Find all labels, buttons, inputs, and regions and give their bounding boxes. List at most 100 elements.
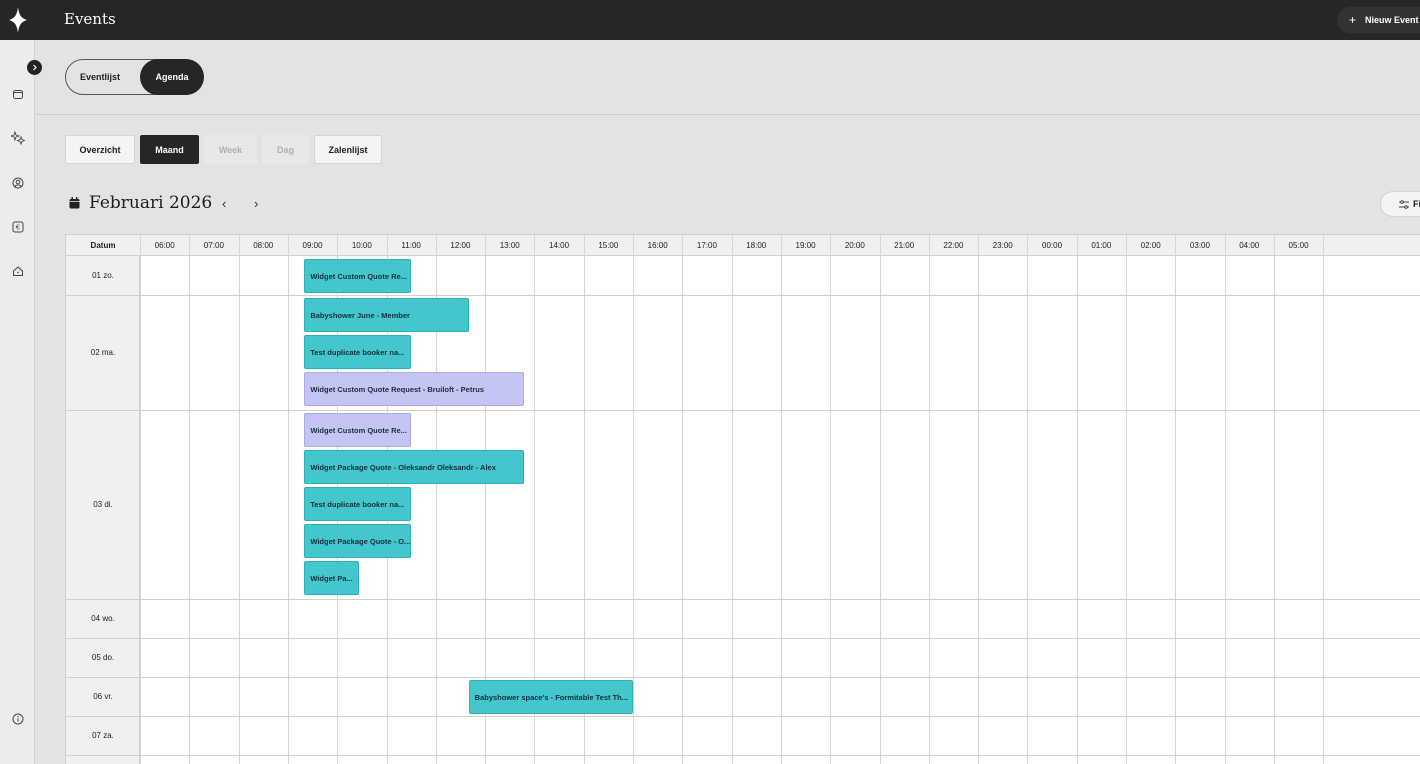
hour-header: 23:00 (992, 241, 1013, 250)
filter-button[interactable]: Fi (1380, 191, 1420, 217)
agenda-toggle[interactable]: Agenda (140, 59, 204, 95)
hour-gridline (1323, 235, 1325, 764)
magic-sparkle-icon (10, 130, 25, 145)
hour-gridline (928, 235, 930, 764)
hour-header: 11:00 (401, 241, 421, 250)
hour-header: 03:00 (1189, 241, 1210, 250)
hour-header: 17:00 (696, 241, 717, 250)
day-row-divider (66, 677, 1420, 678)
hour-header-row: Datum 06:00 07:00 08:00 09:00 10:00 11:00 12:0… (66, 235, 1420, 256)
hour-header: 05:00 (1288, 241, 1309, 250)
nav-info[interactable] (9, 710, 26, 727)
hour-header: 13:00 (499, 241, 520, 250)
date-column-header: Datum (90, 241, 116, 250)
event-block[interactable]: Widget Custom Quote Re... (304, 413, 412, 447)
hour-gridline (780, 235, 782, 764)
plus-icon: + (1349, 13, 1357, 27)
date-label: 04 wo. (91, 613, 115, 623)
hour-header: 14:00 (549, 241, 570, 250)
svg-text:€: € (15, 223, 19, 231)
user-circle-icon (12, 177, 23, 188)
cube-icon (12, 89, 23, 99)
chevron-left-icon: ‹ (222, 196, 227, 211)
next-month-button[interactable]: › (254, 196, 258, 211)
hour-header: 12:00 (450, 241, 471, 250)
nav-venues[interactable] (9, 262, 26, 279)
hour-gridline (238, 235, 240, 764)
day-row-divider (66, 410, 1420, 411)
eventlijst-toggle[interactable]: Eventlijst (80, 72, 120, 82)
topbar: Events + Nieuw Event (35, 0, 1420, 40)
week-button[interactable]: Week (204, 135, 257, 164)
previous-month-button[interactable]: ‹ (222, 196, 226, 211)
logo-diamond-icon (8, 7, 27, 33)
date-label: 01 zo. (92, 270, 114, 280)
hour-header: 09:00 (302, 241, 323, 250)
hour-header: 00:00 (1042, 241, 1063, 250)
filter-label: Fi (1413, 199, 1420, 209)
day-row-divider (66, 638, 1420, 639)
hour-header: 01:00 (1091, 241, 1112, 250)
date-label: 05 do. (91, 652, 115, 662)
date-label: 03 di. (93, 499, 113, 509)
overzicht-button[interactable]: Overzicht (65, 135, 135, 164)
hour-gridline (287, 235, 289, 764)
info-icon (12, 713, 23, 724)
event-block[interactable]: Widget Custom Quote Re... (304, 259, 412, 293)
page-title: Events (64, 10, 116, 28)
date-column-border (140, 235, 141, 764)
hour-header: 21:00 (894, 241, 915, 250)
dag-button[interactable]: Dag (262, 135, 309, 164)
date-label: 02 ma. (90, 347, 116, 357)
event-block[interactable]: Test duplicate booker na... (304, 487, 412, 521)
hour-gridline (978, 235, 980, 764)
event-block[interactable]: Widget Package Quote - O... (304, 524, 412, 558)
calendar-icon (69, 197, 80, 209)
event-block[interactable]: Widget Pa... (304, 561, 359, 595)
event-block[interactable]: Widget Package Quote - Oleksandr Oleksan… (304, 450, 524, 484)
event-block[interactable]: Babyshower space's - Formitable Test Th.… (468, 680, 633, 714)
hour-header: 16:00 (647, 241, 668, 250)
event-block[interactable]: Test duplicate booker na... (304, 335, 412, 369)
hour-header: 08:00 (253, 241, 274, 250)
hour-header: 15:00 (598, 241, 619, 250)
app-logo[interactable] (0, 0, 35, 40)
hour-gridline (731, 235, 733, 764)
hour-gridline (830, 235, 832, 764)
sidebar-expand-button[interactable] (27, 60, 42, 75)
hour-header: 19:00 (795, 241, 816, 250)
nav-contacts[interactable] (9, 174, 26, 191)
section-divider (35, 114, 1420, 115)
hour-gridline (1027, 235, 1029, 764)
zalenlijst-button[interactable]: Zalenlijst (314, 135, 382, 164)
event-block[interactable]: Widget Custom Quote Request - Bruiloft -… (304, 372, 524, 406)
day-row-divider (66, 295, 1420, 296)
date-column (66, 256, 140, 764)
nav-events[interactable] (9, 85, 26, 102)
hour-gridline (682, 235, 684, 764)
chevron-right-icon: › (254, 196, 259, 211)
expand-chevron-icon (33, 64, 37, 71)
hour-header: 10:00 (351, 241, 372, 250)
hour-header: 04:00 (1239, 241, 1260, 250)
maand-button[interactable]: Maand (140, 135, 199, 164)
agenda-grid: Datum 06:00 07:00 08:00 09:00 10:00 11:00 12:0… (65, 234, 1420, 764)
nav-finance[interactable]: € (9, 218, 26, 235)
hour-gridline (1126, 235, 1127, 764)
month-title: Februari 2026 (89, 193, 213, 213)
hour-header: 02:00 (1140, 241, 1161, 250)
hour-header: 06:00 (154, 241, 175, 250)
hour-gridline (1076, 235, 1078, 764)
date-label: 06 vr. (93, 691, 113, 701)
date-label: 07 za. (92, 730, 114, 740)
nav-sparkles[interactable] (9, 129, 26, 146)
day-row-divider (66, 599, 1420, 600)
day-row-divider (66, 755, 1420, 756)
new-event-button[interactable]: + Nieuw Event (1337, 7, 1420, 33)
hour-header: 22:00 (943, 241, 964, 250)
hour-gridline (189, 235, 191, 764)
hour-gridline (879, 235, 881, 764)
hour-gridline (1175, 235, 1177, 764)
event-block[interactable]: Babyshower June - Member (304, 298, 469, 332)
day-row-divider (66, 716, 1420, 717)
